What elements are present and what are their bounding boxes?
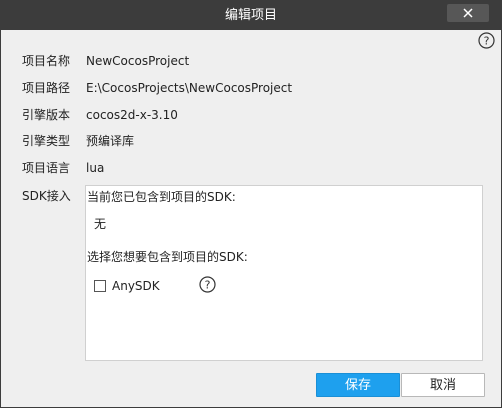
cancel-button[interactable]: 取消 [401, 373, 485, 397]
project-path-value: E:\CocosProjects\NewCocosProject [86, 81, 293, 95]
anysdk-checkbox[interactable] [94, 280, 106, 292]
svg-text:?: ? [205, 279, 211, 292]
project-name-label: 项目名称 [22, 54, 71, 68]
sdk-label: SDK接入 [22, 189, 71, 203]
engine-version-value: cocos2d-x-3.10 [86, 108, 178, 122]
project-path-label: 项目路径 [22, 81, 71, 95]
titlebar: 编辑项目 [1, 1, 501, 30]
dialog-title: 编辑项目 [224, 8, 277, 23]
help-icon[interactable]: ? [478, 32, 495, 49]
project-language-label: 项目语言 [22, 161, 71, 175]
project-name-value: NewCocosProject [86, 54, 190, 68]
choose-sdk-heading: 选择您想要包含到项目的SDK: [87, 250, 248, 264]
engine-type-label: 引擎类型 [22, 134, 71, 148]
engine-version-label: 引擎版本 [22, 108, 71, 122]
close-icon [463, 8, 473, 18]
engine-type-value: 预编译库 [86, 134, 135, 148]
included-sdk-value: 无 [94, 217, 107, 231]
edit-project-dialog: 编辑项目 ? 项目名称 NewCocosProject 项目路径 E:\Coco… [0, 0, 502, 408]
included-sdk-heading: 当前您已包含到项目的SDK: [87, 190, 236, 204]
anysdk-help-icon[interactable]: ? [199, 276, 216, 293]
project-language-value: lua [86, 161, 105, 175]
anysdk-label[interactable]: AnySDK [112, 279, 160, 293]
save-button[interactable]: 保存 [316, 373, 400, 397]
close-button[interactable] [447, 4, 489, 22]
sdk-panel: 当前您已包含到项目的SDK: 无 选择您想要包含到项目的SDK: AnySDK … [85, 185, 483, 361]
svg-text:?: ? [484, 35, 490, 48]
